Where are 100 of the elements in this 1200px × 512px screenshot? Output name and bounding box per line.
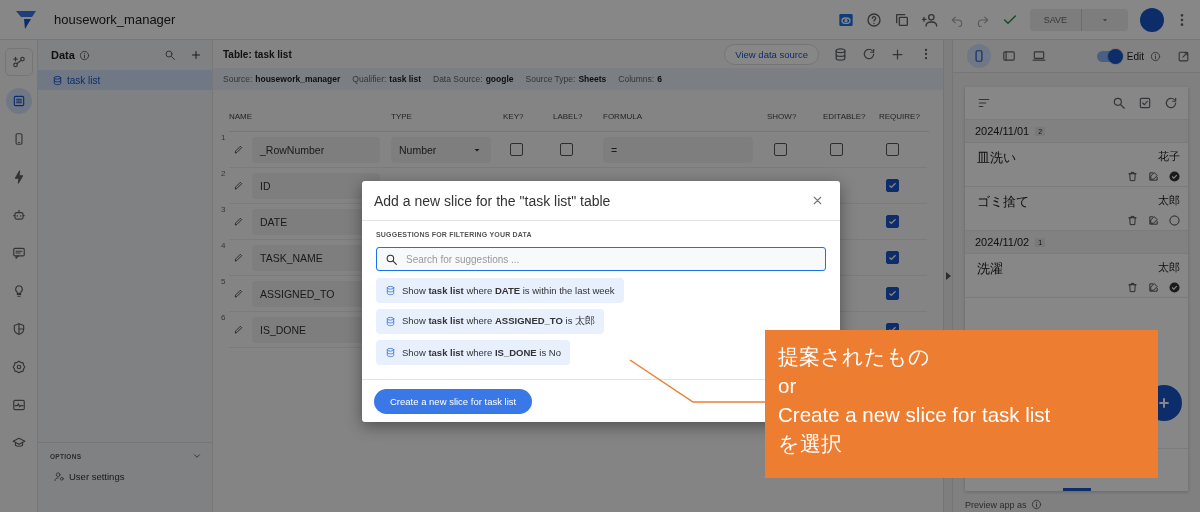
info-icon[interactable] (78, 49, 90, 61)
expand-arrow-icon[interactable] (945, 272, 951, 280)
add-icon[interactable] (890, 46, 905, 62)
close-icon[interactable] (811, 194, 824, 207)
trash-icon[interactable] (1127, 282, 1138, 293)
chat-icon (11, 246, 26, 260)
create-slice-button[interactable]: Create a new slice for task list (374, 388, 533, 414)
checkbox[interactable] (830, 143, 843, 156)
pencil-icon[interactable] (233, 252, 244, 263)
meta-value: task list (389, 74, 421, 84)
formula-field[interactable]: = (603, 136, 753, 163)
chevron-icon[interactable] (192, 451, 202, 461)
database-settings-icon[interactable] (833, 46, 848, 62)
search-field[interactable]: Search for suggestions ... (406, 253, 817, 265)
sort-icon[interactable] (977, 96, 991, 110)
search-box[interactable]: Search for suggestions ... (376, 247, 826, 271)
checkbox[interactable] (886, 251, 899, 264)
table-item[interactable]: task list (38, 70, 212, 90)
user-settings-icon (54, 471, 65, 482)
shield-icon (11, 322, 26, 336)
pencil-icon[interactable] (233, 144, 244, 155)
device-button[interactable] (967, 44, 991, 68)
checkbox[interactable] (886, 215, 899, 228)
copy-icon[interactable] (893, 11, 910, 28)
checkbox[interactable] (510, 143, 523, 156)
meta-value: google (485, 74, 514, 84)
column-header: KEY? (503, 112, 524, 121)
nav-button[interactable] (4, 48, 33, 76)
preview-icon[interactable] (837, 11, 854, 28)
checkmark-icon (888, 289, 897, 298)
add-person-icon[interactable] (921, 11, 938, 28)
meta-value: Sheets (578, 74, 607, 84)
logo-icon (16, 10, 36, 29)
avatar[interactable] (1140, 7, 1164, 32)
trash-icon[interactable] (1127, 171, 1138, 182)
circle-icon[interactable] (1169, 215, 1180, 226)
suggestion-chip[interactable]: Show task list where DATE is within the last week (376, 278, 624, 303)
column-header: REQUIRE? (879, 112, 920, 121)
pencil-icon[interactable] (233, 216, 244, 227)
column-header: EDITABLE? (823, 112, 866, 121)
plus-icon (1156, 395, 1172, 411)
checkbox[interactable] (886, 287, 899, 300)
meta-value: housework_manager (255, 74, 341, 84)
meta-label: Data Source: (433, 74, 483, 84)
info-icon[interactable] (1150, 50, 1161, 62)
check-circle-icon[interactable] (1169, 171, 1180, 182)
search-icon[interactable] (164, 49, 176, 61)
row-number: 2 (221, 169, 226, 178)
edit-icon[interactable] (1148, 171, 1159, 182)
task-title: 皿洗い (977, 149, 1016, 167)
trash-icon[interactable] (1127, 215, 1138, 226)
task-title: ゴミ捨て (977, 193, 1029, 211)
search-icon (385, 252, 398, 266)
checkbox[interactable] (560, 143, 573, 156)
suggestion-chip[interactable]: Show task list where IS_DONE is No (376, 340, 570, 365)
assignee: 太郎 (1158, 260, 1180, 275)
row-number: 4 (221, 241, 226, 250)
view-data-source-button[interactable]: View data source (724, 43, 819, 65)
database-icon (385, 285, 396, 296)
callout-text: 提案されたもの (778, 344, 931, 370)
nav-button[interactable] (5, 88, 32, 114)
help-icon[interactable] (865, 11, 882, 28)
panel-title: Data (51, 49, 75, 61)
refresh-icon[interactable] (1164, 96, 1178, 110)
pencil-icon[interactable] (233, 288, 244, 299)
checkbox[interactable] (886, 143, 899, 156)
info-icon[interactable] (1030, 499, 1042, 510)
column-name-field[interactable]: _RowNumber (252, 136, 380, 163)
edit-icon[interactable] (1148, 215, 1159, 226)
options-item[interactable]: User settings (54, 471, 202, 482)
task-row[interactable]: 洗濯 太郎 (965, 254, 1188, 298)
graduation-cap-icon (11, 436, 26, 450)
pencil-icon[interactable] (233, 324, 244, 335)
task-title: 洗濯 (977, 260, 1003, 278)
task-row[interactable]: 皿洗い 花子 (965, 143, 1188, 187)
robot-icon (11, 208, 26, 222)
checkbox[interactable] (886, 179, 899, 192)
type-dropdown[interactable]: Number (391, 136, 491, 163)
table-icon (11, 94, 26, 108)
meta-label: Columns: (618, 74, 655, 84)
add-icon[interactable] (190, 49, 202, 61)
pencil-icon[interactable] (233, 180, 244, 191)
meta-label: Qualifier: (352, 74, 387, 84)
checkbox-icon[interactable] (1138, 96, 1152, 110)
gear-icon (11, 360, 26, 374)
open-external-icon[interactable] (1177, 49, 1190, 63)
group-date: 2024/11/02 (975, 236, 1030, 248)
edit-toggle[interactable] (1096, 50, 1121, 62)
monitor-icon (11, 398, 26, 412)
edit-icon[interactable] (1148, 282, 1159, 293)
search-icon[interactable] (1112, 96, 1126, 110)
column-header: SHOW? (767, 112, 797, 121)
suggestion-chip[interactable]: Show task list where ASSIGNED_TO is 太郎 (376, 309, 605, 334)
checkmark-icon (888, 253, 897, 262)
row-number: 5 (221, 277, 226, 286)
database-icon (385, 316, 396, 327)
tablet-icon (1002, 49, 1016, 63)
refresh-icon[interactable] (862, 47, 876, 61)
checkbox[interactable] (774, 143, 787, 156)
check-circle-icon[interactable] (1169, 282, 1180, 293)
